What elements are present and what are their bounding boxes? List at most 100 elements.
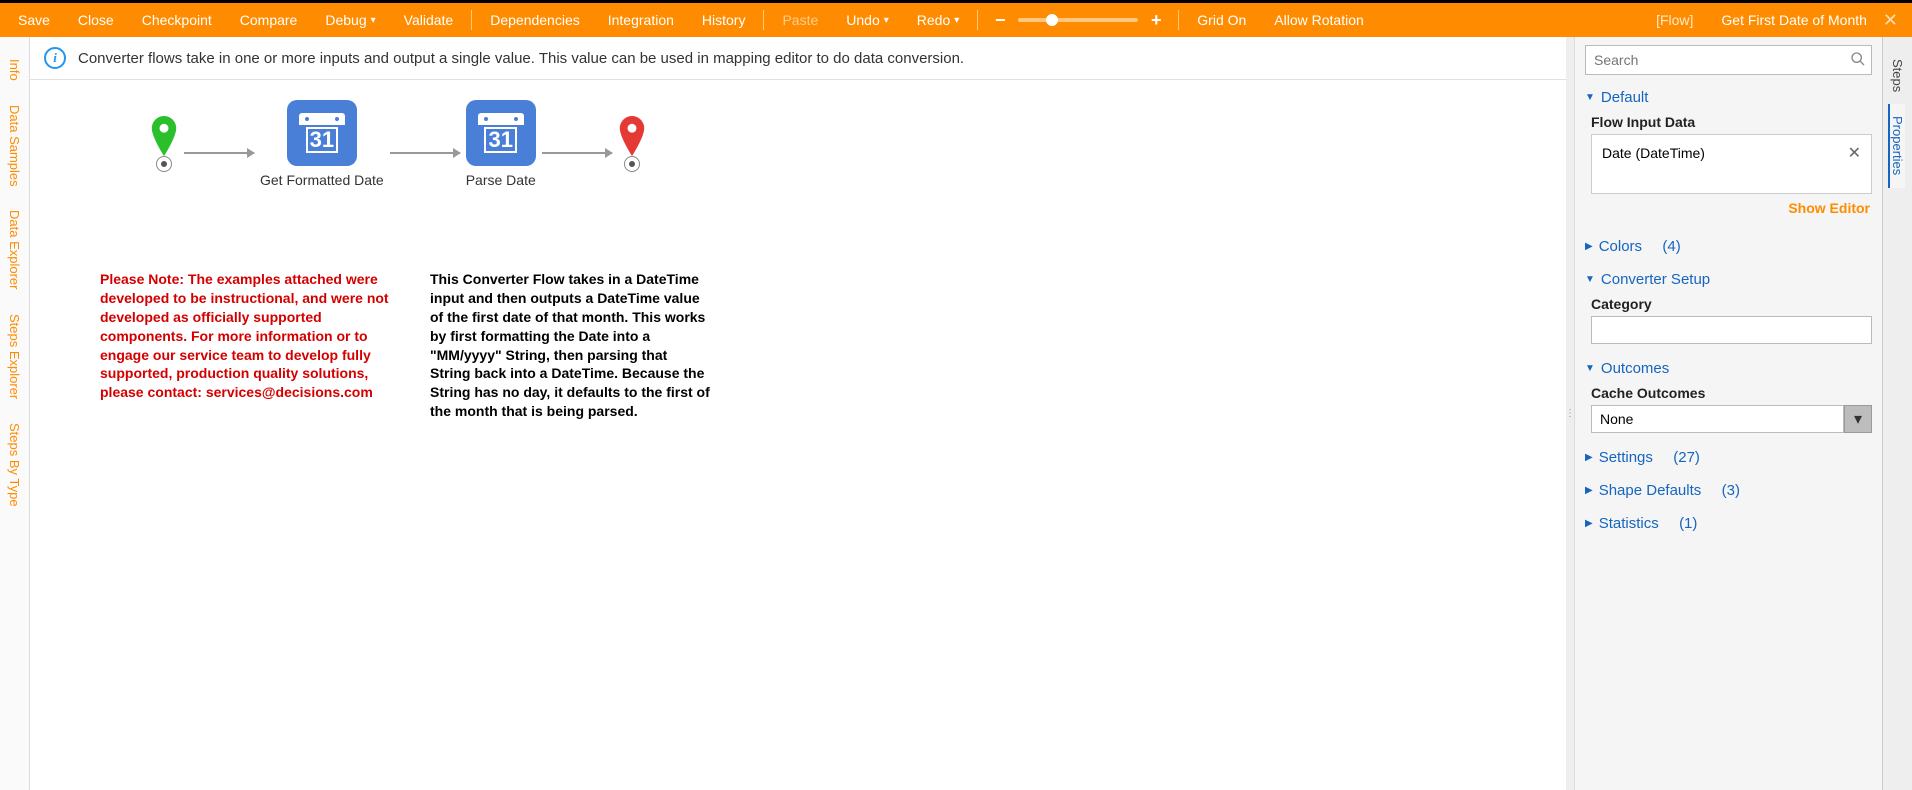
info-text: Converter flows take in one or more inpu… <box>78 50 964 67</box>
start-pin[interactable] <box>150 116 178 172</box>
section-outcomes: ▼ Outcomes Cache Outcomes ▾ <box>1585 356 1872 437</box>
grid-toggle[interactable]: Grid On <box>1183 3 1260 37</box>
section-default: ▼ Default Flow Input Data Date (DateTime)… <box>1585 85 1872 226</box>
main-toolbar: Save Close Checkpoint Compare Debug▾ Val… <box>0 3 1912 37</box>
app-root: Save Close Checkpoint Compare Debug▾ Val… <box>0 0 1912 790</box>
flow-arrow <box>390 152 460 154</box>
dependencies-button[interactable]: Dependencies <box>476 3 594 37</box>
section-header-converter[interactable]: ▼Converter Setup <box>1585 267 1872 292</box>
right-tab-properties[interactable]: Properties <box>1888 104 1905 187</box>
flow-input-list: Date (DateTime) ✕ <box>1591 134 1872 194</box>
end-port[interactable] <box>624 156 640 172</box>
start-port[interactable] <box>156 156 172 172</box>
canvas-area: i Converter flows take in one or more in… <box>30 37 1566 790</box>
step-parse-date[interactable]: 31 Parse Date <box>466 100 536 188</box>
section-header-shape[interactable]: ▶Shape Defaults (3) <box>1585 478 1872 503</box>
validate-button[interactable]: Validate <box>390 3 468 37</box>
calendar-number: 31 <box>306 127 338 153</box>
panel-splitter[interactable]: ⋮ <box>1566 37 1574 790</box>
right-tab-strip: Steps Properties <box>1882 37 1912 790</box>
flow-arrow <box>542 152 612 154</box>
flow-diagram: 31 Get Formatted Date 31 Parse Date <box>150 100 646 188</box>
category-input[interactable] <box>1591 316 1872 344</box>
zoom-thumb[interactable] <box>1046 14 1058 26</box>
search-icon[interactable] <box>1850 51 1866 72</box>
chevron-down-icon: ▾ <box>954 15 959 26</box>
flow-input-label: Flow Input Data <box>1591 114 1872 130</box>
right-tab-steps[interactable]: Steps <box>1890 47 1905 104</box>
step-get-formatted-date[interactable]: 31 Get Formatted Date <box>260 100 384 188</box>
debug-menu[interactable]: Debug▾ <box>311 3 389 37</box>
info-icon: i <box>44 47 66 69</box>
section-converter-setup: ▼Converter Setup Category <box>1585 267 1872 348</box>
section-title: Settings <box>1599 449 1653 466</box>
chevron-down-icon: ▾ <box>1854 409 1862 429</box>
compare-button[interactable]: Compare <box>226 3 312 37</box>
integration-button[interactable]: Integration <box>594 3 688 37</box>
category-label: Category <box>1591 296 1872 312</box>
triangle-right-icon: ▶ <box>1585 518 1593 529</box>
triangle-right-icon: ▶ <box>1585 485 1593 496</box>
triangle-down-icon: ▼ <box>1585 92 1595 103</box>
cache-outcomes-select[interactable] <box>1591 405 1844 433</box>
paste-button[interactable]: Paste <box>768 3 832 37</box>
triangle-right-icon: ▶ <box>1585 452 1593 463</box>
flow-arrow <box>184 152 254 154</box>
info-bar: i Converter flows take in one or more in… <box>30 37 1566 80</box>
section-settings: ▶ Settings (27) <box>1585 445 1872 470</box>
description-note: This Converter Flow takes in a DateTime … <box>430 270 710 421</box>
input-chip-date[interactable]: Date (DateTime) ✕ <box>1598 141 1865 165</box>
flow-type-label: [Flow] <box>1642 12 1707 28</box>
undo-menu[interactable]: Undo ▾ <box>832 3 903 37</box>
section-header-outcomes[interactable]: ▼ Outcomes <box>1585 356 1872 381</box>
flow-canvas[interactable]: 31 Get Formatted Date 31 Parse Date <box>30 80 1566 790</box>
checkpoint-button[interactable]: Checkpoint <box>128 3 226 37</box>
toolbar-separator <box>471 10 472 30</box>
toolbar-separator <box>763 10 764 30</box>
search-input[interactable] <box>1585 45 1872 75</box>
calendar-number: 31 <box>484 127 516 153</box>
redo-menu[interactable]: Redo ▾ <box>903 3 974 37</box>
calendar-icon: 31 <box>466 100 536 166</box>
show-editor-link[interactable]: Show Editor <box>1591 194 1872 222</box>
section-colors: ▶Colors (4) <box>1585 234 1872 259</box>
zoom-out-button[interactable]: − <box>992 10 1008 31</box>
triangle-down-icon: ▼ <box>1585 363 1595 374</box>
history-button[interactable]: History <box>688 3 760 37</box>
left-tab-steps-by-type[interactable]: Steps By Type <box>7 411 22 519</box>
section-header-colors[interactable]: ▶Colors (4) <box>1585 234 1872 259</box>
chip-label: Date (DateTime) <box>1602 145 1705 161</box>
zoom-in-button[interactable]: + <box>1148 10 1164 31</box>
left-tab-info[interactable]: Info <box>7 47 22 93</box>
section-header-default[interactable]: ▼ Default <box>1585 85 1872 110</box>
section-title: Default <box>1601 89 1649 106</box>
section-count: (4) <box>1662 238 1680 255</box>
section-header-stats[interactable]: ▶Statistics (1) <box>1585 511 1872 536</box>
end-pin[interactable] <box>618 116 646 172</box>
section-header-settings[interactable]: ▶ Settings (27) <box>1585 445 1872 470</box>
chevron-down-icon: ▾ <box>371 15 376 26</box>
left-tab-steps-explorer[interactable]: Steps Explorer <box>7 302 22 411</box>
section-count: (1) <box>1679 515 1697 532</box>
redo-label: Redo <box>917 12 950 28</box>
rotation-toggle[interactable]: Allow Rotation <box>1260 3 1378 37</box>
dropdown-button[interactable]: ▾ <box>1844 405 1872 433</box>
section-count: (27) <box>1673 449 1700 466</box>
undo-label: Undo <box>846 12 879 28</box>
zoom-slider[interactable] <box>1018 18 1138 22</box>
chevron-down-icon: ▾ <box>884 15 889 26</box>
map-pin-red-icon <box>618 116 646 156</box>
section-title: Colors <box>1599 238 1642 255</box>
left-tab-data-explorer[interactable]: Data Explorer <box>7 198 22 301</box>
flow-title: Get First Date of Month <box>1707 3 1873 37</box>
section-title: Shape Defaults <box>1599 482 1702 499</box>
close-icon[interactable]: ✕ <box>1873 10 1908 31</box>
left-tab-data-samples[interactable]: Data Samples <box>7 93 22 199</box>
save-button[interactable]: Save <box>4 3 64 37</box>
step-label: Parse Date <box>466 172 536 188</box>
cache-outcomes-label: Cache Outcomes <box>1591 385 1872 401</box>
section-title: Outcomes <box>1601 360 1669 377</box>
remove-chip-icon[interactable]: ✕ <box>1848 143 1861 163</box>
properties-panel: ▼ Default Flow Input Data Date (DateTime)… <box>1574 37 1882 790</box>
close-button[interactable]: Close <box>64 3 128 37</box>
